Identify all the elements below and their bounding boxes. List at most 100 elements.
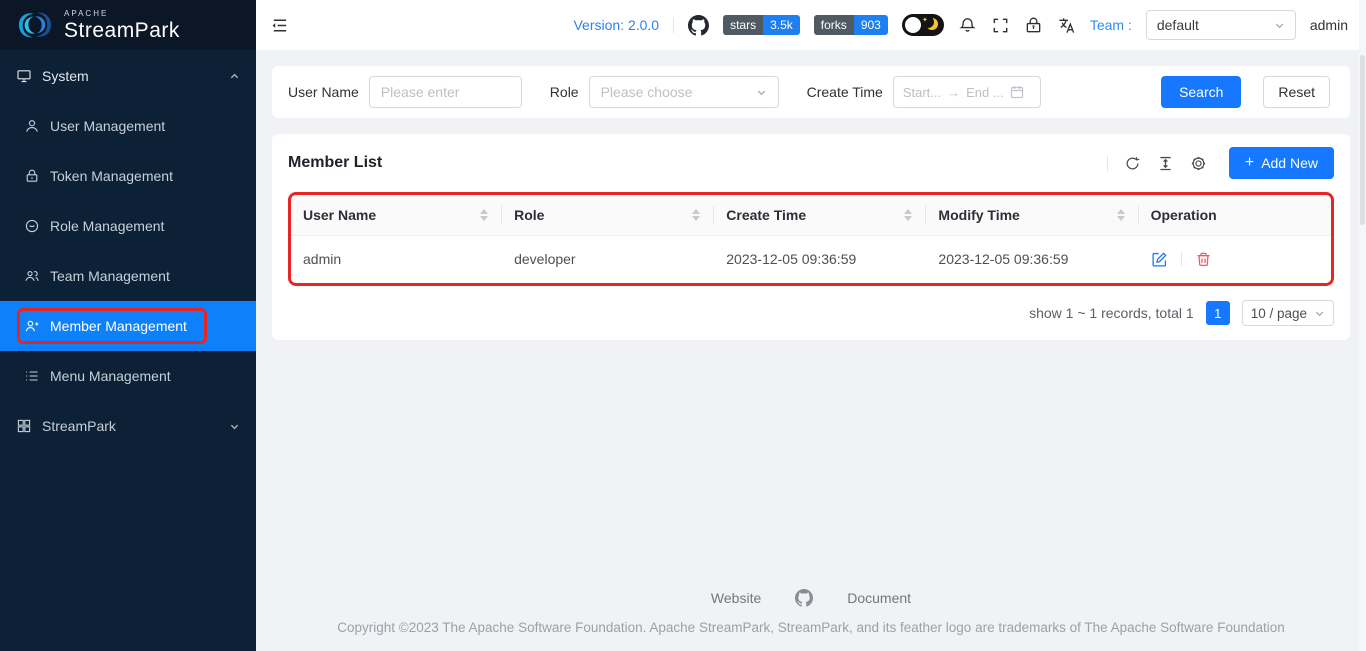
pagination-summary: show 1 ~ 1 records, total 1 xyxy=(1029,305,1194,321)
sorter-icon[interactable] xyxy=(480,208,490,221)
sidebar-item-label: Member Management xyxy=(50,318,187,334)
add-new-label: Add New xyxy=(1261,155,1318,171)
desktop-icon xyxy=(17,70,31,83)
list-icon xyxy=(26,371,38,381)
sidebar-item-user-management[interactable]: User Management xyxy=(0,101,256,151)
sidebar-item-member-management[interactable]: Member Management xyxy=(0,301,256,351)
sidebar-item-label: System xyxy=(42,68,89,84)
page-content: User Name Role Please choose Create Time… xyxy=(256,50,1366,651)
column-header-create-time[interactable]: Create Time xyxy=(714,195,927,235)
sorter-icon[interactable] xyxy=(904,208,914,221)
refresh-icon[interactable] xyxy=(1124,155,1141,172)
dark-mode-toggle[interactable]: ✦ xyxy=(901,14,944,36)
divider xyxy=(1106,155,1108,171)
user-name-input[interactable] xyxy=(368,76,522,108)
lock-icon xyxy=(26,169,38,182)
sidebar-item-label: User Management xyxy=(50,118,166,134)
page-size-value: 10 / page xyxy=(1250,305,1307,321)
sidebar-item-team-management[interactable]: Team Management xyxy=(0,251,256,301)
divider xyxy=(1180,252,1182,267)
chevron-down-icon xyxy=(230,424,239,429)
website-link[interactable]: Website xyxy=(711,590,761,606)
forks-badge-label: forks xyxy=(813,15,854,35)
brand-name: StreamPark xyxy=(64,18,180,42)
team-label: Team : xyxy=(1089,17,1132,33)
sidebar: APACHE StreamPark System User Management xyxy=(0,0,256,651)
table-toolbar: + Add New xyxy=(1106,147,1334,179)
member-list-header: Member List + Add New xyxy=(288,134,1334,192)
sorter-icon[interactable] xyxy=(1116,208,1127,221)
member-list-card: Member List + Add New User Name Role Cre… xyxy=(272,134,1350,340)
page-size-select[interactable]: 10 / page xyxy=(1241,300,1334,326)
column-height-icon[interactable] xyxy=(1157,155,1174,172)
delete-icon[interactable] xyxy=(1195,251,1212,268)
github-icon[interactable] xyxy=(688,14,710,36)
role-select-placeholder: Please choose xyxy=(600,84,693,100)
main-area: Version: 2.0.0 stars 3.5k forks 903 ✦ Te… xyxy=(256,0,1366,651)
settings-gear-icon[interactable] xyxy=(1190,155,1207,172)
role-select[interactable]: Please choose xyxy=(588,76,779,108)
team-select[interactable]: default xyxy=(1145,10,1296,40)
screen-lock-icon[interactable] xyxy=(1024,16,1043,35)
team-icon xyxy=(25,270,39,281)
create-time-range-picker[interactable]: Start... → End ... xyxy=(892,76,1041,108)
column-header-role[interactable]: Role xyxy=(502,195,715,235)
plus-icon: + xyxy=(1244,154,1255,171)
forks-badge[interactable]: forks 903 xyxy=(813,15,888,35)
table-row[interactable]: admin developer 2023-12-05 09:36:59 2023… xyxy=(291,234,1331,283)
grid-icon xyxy=(17,419,31,433)
scrollbar-thumb[interactable] xyxy=(1360,55,1365,225)
member-table: User Name Role Create Time Modify Time O… xyxy=(291,195,1331,283)
calendar-icon xyxy=(1010,86,1023,99)
reset-button[interactable]: Reset xyxy=(1263,76,1330,108)
forks-badge-value: 903 xyxy=(853,15,888,35)
sidebar-item-label: Menu Management xyxy=(50,368,171,384)
chevron-down-icon xyxy=(1275,23,1284,28)
chevron-down-icon xyxy=(1315,311,1324,316)
fullscreen-icon[interactable] xyxy=(991,16,1010,35)
sidebar-item-label: Role Management xyxy=(50,218,165,234)
brand-apache-label: APACHE xyxy=(64,8,109,18)
pagination: show 1 ~ 1 records, total 1 1 10 / page xyxy=(288,300,1334,326)
cell-role: developer xyxy=(502,234,715,283)
star-icon: ✦ xyxy=(921,17,928,24)
stars-badge-value: 3.5k xyxy=(763,15,800,35)
filter-bar: User Name Role Please choose Create Time… xyxy=(272,66,1350,118)
menu-fold-icon[interactable] xyxy=(270,16,289,35)
scrollbar-track[interactable] xyxy=(1359,0,1366,651)
table-header-row: User Name Role Create Time Modify Time O… xyxy=(291,195,1331,235)
stars-badge[interactable]: stars 3.5k xyxy=(723,15,800,35)
streampark-logo-icon xyxy=(18,12,52,38)
bell-icon[interactable] xyxy=(958,16,977,35)
sidebar-item-menu-management[interactable]: Menu Management xyxy=(0,351,256,401)
user-name-label: User Name xyxy=(288,84,359,100)
user-icon xyxy=(26,120,38,132)
edit-icon[interactable] xyxy=(1151,251,1168,268)
logo-area[interactable]: APACHE StreamPark xyxy=(0,0,256,50)
sidebar-item-token-management[interactable]: Token Management xyxy=(0,151,256,201)
add-new-button[interactable]: + Add New xyxy=(1228,147,1334,179)
brand: APACHE StreamPark xyxy=(64,8,180,42)
sidebar-item-system[interactable]: System xyxy=(0,56,256,96)
page-number-1[interactable]: 1 xyxy=(1205,301,1230,325)
sidebar-item-label: Token Management xyxy=(50,168,173,184)
document-link[interactable]: Document xyxy=(847,590,911,606)
sorter-icon[interactable] xyxy=(692,208,702,221)
github-icon[interactable] xyxy=(795,589,814,607)
current-user[interactable]: admin xyxy=(1310,17,1348,33)
smile-circle-icon xyxy=(25,219,39,233)
column-header-user-name[interactable]: User Name xyxy=(291,195,503,235)
search-button[interactable]: Search xyxy=(1161,76,1242,108)
cell-operation xyxy=(1138,234,1331,283)
translate-icon[interactable] xyxy=(1057,16,1076,35)
version-label[interactable]: Version: 2.0.0 xyxy=(573,17,659,33)
column-label: Create Time xyxy=(726,206,807,223)
column-label: Operation xyxy=(1150,206,1217,223)
page-footer: Website Document Copyright ©2023 The Apa… xyxy=(272,571,1350,651)
column-header-modify-time[interactable]: Modify Time xyxy=(926,195,1139,235)
sidebar-item-role-management[interactable]: Role Management xyxy=(0,201,256,251)
cell-user-name: admin xyxy=(291,234,503,283)
sidebar-item-streampark[interactable]: StreamPark xyxy=(0,401,256,451)
create-time-label: Create Time xyxy=(806,84,883,100)
copyright-text: Copyright ©2023 The Apache Software Foun… xyxy=(337,620,1285,635)
